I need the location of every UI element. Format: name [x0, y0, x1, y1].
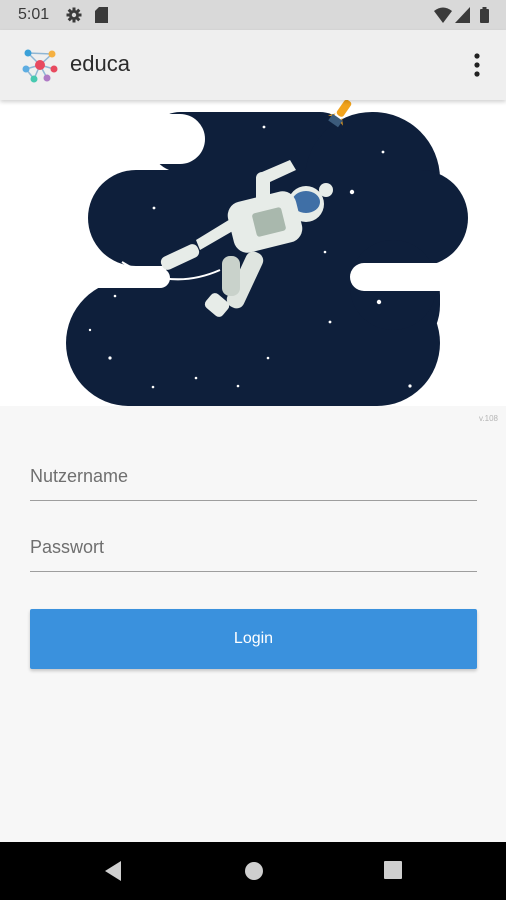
status-bar: 5:01 [0, 0, 506, 30]
more-vert-icon[interactable] [466, 50, 488, 80]
settings-icon [66, 7, 82, 28]
recents-icon[interactable] [383, 860, 403, 885]
version-label: v.108 [479, 414, 498, 423]
login-button[interactable]: Login [30, 609, 477, 669]
hero-banner [0, 99, 506, 406]
app-title: educa [70, 51, 130, 76]
status-time: 5:01 [18, 6, 50, 23]
app-bar: educa [0, 30, 506, 100]
signal-icon [455, 7, 470, 28]
wifi-icon [434, 7, 452, 28]
educa-logo-icon [20, 45, 60, 90]
battery-icon [480, 7, 489, 28]
astronaut-space-illustration [0, 99, 500, 406]
password-field [30, 521, 477, 572]
password-input[interactable] [30, 527, 477, 567]
username-input[interactable] [30, 456, 477, 496]
home-icon[interactable] [243, 860, 265, 887]
back-icon[interactable] [103, 860, 123, 887]
system-nav-bar [0, 842, 506, 900]
sd-card-icon [95, 7, 108, 28]
username-field [30, 450, 477, 501]
